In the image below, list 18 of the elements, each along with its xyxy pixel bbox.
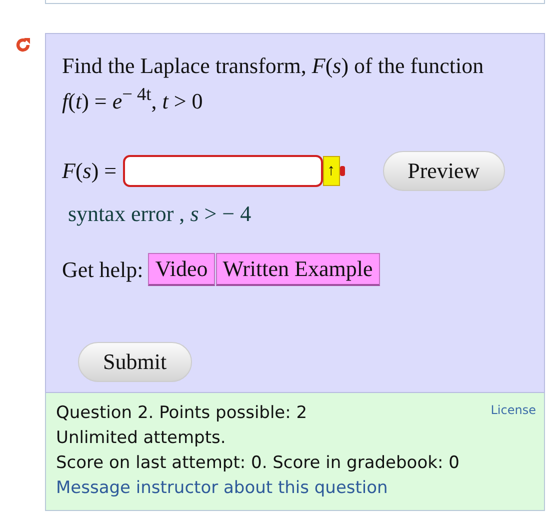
feedback-message: syntax error , s > − 4 xyxy=(67,201,252,228)
preview-toggle[interactable]: ↑ xyxy=(322,156,340,186)
info-text: Question 2. Points possible: 2 xyxy=(56,402,308,425)
help-button[interactable]: Written Example xyxy=(216,253,380,286)
error-icon xyxy=(340,166,345,176)
submit-button[interactable]: Submit xyxy=(78,342,192,382)
refresh-icon[interactable] xyxy=(14,36,32,54)
license-link[interactable]: License xyxy=(490,403,536,417)
answer-label: F(s) = xyxy=(62,158,117,184)
preview-button[interactable]: Preview xyxy=(382,151,505,192)
info-text: Unlimited attempts. xyxy=(56,427,226,450)
help-label: Get help: xyxy=(62,256,144,283)
question-prompt: Find the Laplace transform, F(s) of the function xyxy=(62,52,485,80)
help-button[interactable]: Video xyxy=(148,253,215,286)
info-text: Score on last attempt: 0. Score in gradebook: 0 xyxy=(56,452,460,475)
answer-field[interactable] xyxy=(122,155,323,188)
message-link[interactable]: Message instructor about this question xyxy=(56,476,534,501)
function-formula: f(t) = e$^{− 4t}$, t > 0 xyxy=(62,83,204,116)
